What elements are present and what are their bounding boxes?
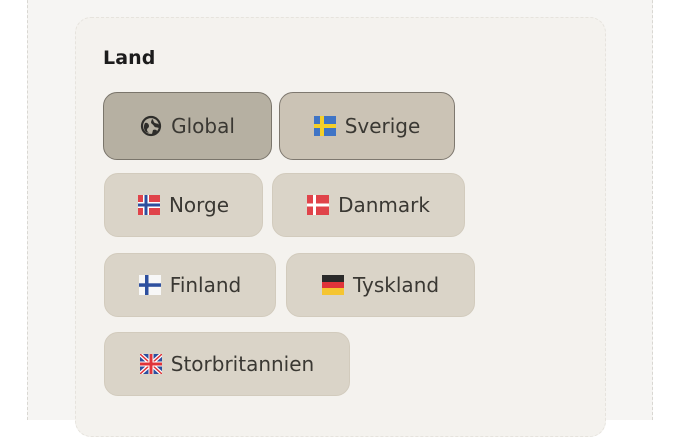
globe-icon	[140, 115, 162, 137]
country-chip-norge[interactable]: Norge	[104, 173, 263, 237]
country-chip-label: Tyskland	[352, 273, 440, 297]
country-chip-label: Norge	[168, 193, 230, 217]
country-chip-sverige[interactable]: Sverige	[279, 92, 455, 160]
flag-uk-icon	[138, 352, 164, 376]
country-chip-danmark[interactable]: Danmark	[272, 173, 465, 237]
country-chip-label: Global	[171, 114, 235, 138]
flag-germany-icon	[321, 275, 344, 295]
flag-finland-icon	[138, 275, 161, 295]
country-chip-label: Danmark	[338, 193, 430, 217]
country-chip-global[interactable]: Global	[103, 92, 272, 160]
country-chip-label: Storbritannien	[170, 352, 315, 376]
country-section-label: Land	[103, 47, 156, 69]
flag-sweden-icon	[313, 116, 336, 136]
country-chip-storbritannien[interactable]: Storbritannien	[104, 332, 350, 396]
country-chip-finland[interactable]: Finland	[104, 253, 276, 317]
country-chip-tyskland[interactable]: Tyskland	[286, 253, 475, 317]
flag-denmark-icon	[307, 195, 330, 215]
flag-norway-icon	[137, 195, 160, 215]
country-chip-label: Finland	[169, 273, 242, 297]
country-chip-label: Sverige	[344, 114, 421, 138]
